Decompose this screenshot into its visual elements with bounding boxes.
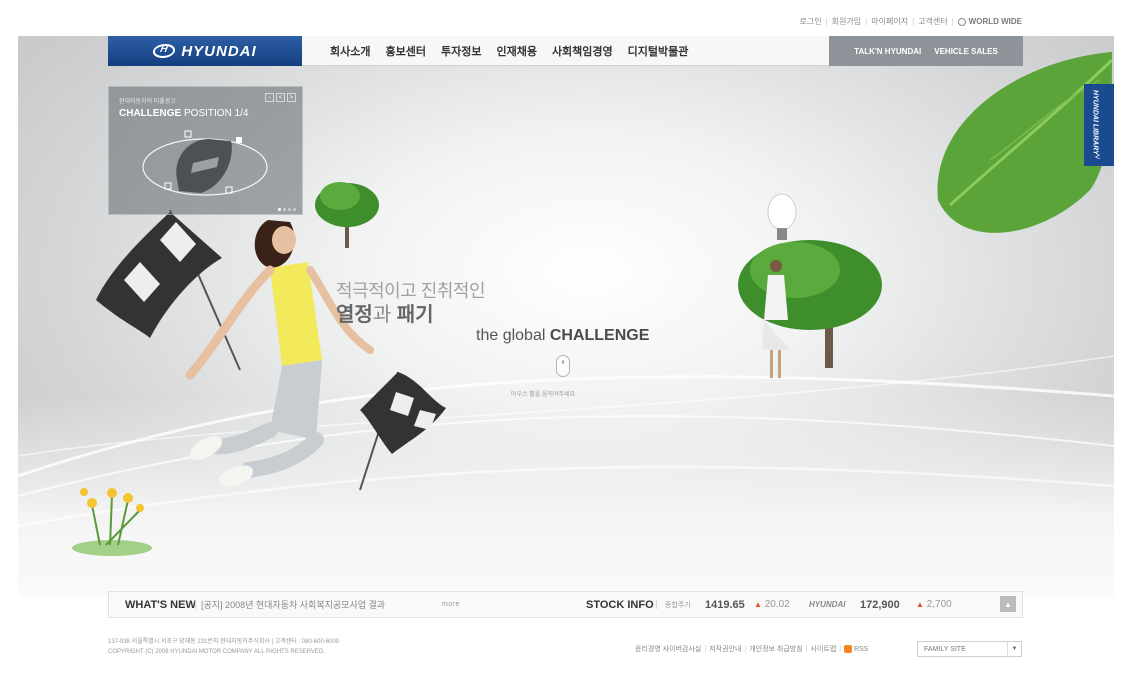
divider: | bbox=[912, 17, 915, 26]
company-stock-change-value: 2,700 bbox=[926, 599, 952, 610]
nav-item-museum[interactable]: 디지털박물관 bbox=[628, 43, 689, 59]
position-map[interactable] bbox=[139, 127, 279, 207]
footer-link-copyright[interactable]: 저작권안내 bbox=[709, 644, 741, 654]
world-wide-label: WORLD WIDE bbox=[968, 17, 1022, 26]
mouse-icon bbox=[556, 355, 570, 377]
main-menu: 회사소개 홍보센터 투자정보 인재채용 사회책임경영 디지털박물관 bbox=[330, 36, 688, 66]
main-nav: HYUNDAI 회사소개 홍보센터 투자정보 인재채용 사회책임경영 디지털박물… bbox=[108, 36, 1023, 66]
panel-page-dots bbox=[278, 208, 296, 211]
stock-index-value: 1419.65 bbox=[705, 598, 745, 611]
nav-right-links: TALK'N HYUNDAI VEHICLE SALES bbox=[829, 36, 1023, 66]
world-wide-link[interactable]: WORLD WIDE bbox=[957, 17, 1022, 26]
customer-center-link[interactable]: 고객센터 bbox=[918, 16, 947, 27]
family-site-value: FAMILY SITE bbox=[924, 645, 966, 653]
chevron-left-icon: < bbox=[1095, 152, 1101, 162]
globe-icon bbox=[957, 17, 966, 26]
footer-copyright: COPYRIGHT (C) 2008 HYUNDAI MOTOR COMPANY… bbox=[108, 648, 325, 655]
footer-link-sitemap[interactable]: 사이트맵 bbox=[811, 644, 837, 654]
divider: | bbox=[194, 599, 197, 610]
divider: | bbox=[805, 645, 808, 653]
global-challenge-title: the global CHALLENGE bbox=[476, 327, 649, 345]
footer-links: 윤리경영 사이버감사실 | 저작권안내 | 개인정보 취급방침 | 사이트맵 | RSS bbox=[635, 644, 868, 654]
panel-controls: − < > bbox=[265, 93, 296, 102]
panel-title-bold: CHALLENGE bbox=[119, 108, 182, 119]
rss-icon bbox=[844, 645, 853, 653]
footer-link-privacy[interactable]: 개인정보 취급방침 bbox=[749, 644, 802, 654]
divider: | bbox=[951, 17, 954, 26]
whats-new-headline[interactable]: [공지] 2008년 현대자동차 사회복지공모사업 결과 bbox=[201, 598, 385, 611]
bar-toggle-button[interactable]: ▲ bbox=[1000, 596, 1016, 612]
hero-word-spirit: 패기 bbox=[391, 304, 434, 326]
divider: | bbox=[655, 599, 658, 610]
stock-index-change: ▲ 20.02 bbox=[754, 599, 790, 610]
divider: | bbox=[704, 645, 707, 653]
nav-item-investor[interactable]: 투자정보 bbox=[441, 43, 481, 59]
rss-label: RSS bbox=[854, 645, 869, 653]
chevron-down-icon: ▼ bbox=[1007, 642, 1021, 656]
whats-new-label: WHAT'S NEW bbox=[125, 598, 196, 611]
next-button[interactable]: > bbox=[287, 93, 296, 102]
footer-address: 137-938 서울특별시 서초구 양재동 231번지 현대자동차주식회사 | … bbox=[108, 639, 340, 645]
company-stock-label: HYUNDAI bbox=[809, 600, 846, 609]
hero-word-and: 과 bbox=[372, 304, 392, 326]
stock-index-change-value: 20.02 bbox=[764, 599, 790, 610]
up-triangle-icon: ▲ bbox=[916, 600, 924, 609]
company-stock-value: 172,900 bbox=[860, 598, 900, 611]
nav-item-company[interactable]: 회사소개 bbox=[330, 43, 370, 59]
hero-subheadline: 열정과 패기 bbox=[336, 298, 434, 327]
rss-link[interactable]: RSS bbox=[844, 645, 868, 653]
nav-item-pr[interactable]: 홍보센터 bbox=[385, 43, 425, 59]
hyundai-logo[interactable]: HYUNDAI bbox=[108, 36, 302, 66]
nav-item-csr[interactable]: 사회책임경영 bbox=[552, 43, 613, 59]
hyundai-emblem-icon bbox=[151, 44, 177, 58]
footer-info: 137-938 서울특별시 서초구 양재동 231번지 현대자동차주식회사 | … bbox=[108, 638, 339, 657]
signup-link[interactable]: 회원가입 bbox=[832, 16, 861, 27]
more-link[interactable]: more bbox=[442, 601, 460, 608]
brand-name: HYUNDAI bbox=[181, 42, 257, 60]
global-bold: CHALLENGE bbox=[549, 327, 650, 344]
panel-title-rest: POSITION 1/4 bbox=[181, 108, 249, 119]
news-stock-bar: WHAT'S NEW | [공지] 2008년 현대자동차 사회복지공모사업 결… bbox=[108, 591, 1023, 618]
stock-index-label: 종합주가 bbox=[665, 601, 691, 609]
challenge-panel: 현대자동차의 미출광고 CHALLENGE POSITION 1/4 − < > bbox=[108, 86, 303, 215]
panel-caption: 현대자동차의 미출광고 bbox=[119, 99, 176, 105]
up-triangle-icon: ▲ bbox=[754, 600, 762, 609]
nav-item-careers[interactable]: 인재채용 bbox=[496, 43, 536, 59]
divider: | bbox=[825, 17, 828, 26]
family-site-select[interactable]: FAMILY SITE ▼ bbox=[917, 641, 1022, 657]
panel-title: CHALLENGE POSITION 1/4 bbox=[119, 108, 248, 119]
vehicle-sales-link[interactable]: VEHICLE SALES bbox=[934, 47, 998, 56]
footer-link-ethics[interactable]: 윤리경영 사이버감사실 bbox=[635, 644, 701, 654]
minimize-button[interactable]: − bbox=[265, 93, 274, 102]
divider: | bbox=[865, 17, 868, 26]
global-prefix: the global bbox=[476, 327, 550, 344]
stock-info-label: STOCK INFO bbox=[586, 598, 654, 611]
hyundai-library-tab[interactable]: HYUNDAI LIBRARY < bbox=[1084, 84, 1114, 166]
hero-word-passion: 열정 bbox=[336, 304, 373, 326]
mypage-link[interactable]: 마이페이지 bbox=[871, 16, 908, 27]
company-stock-change: ▲ 2,700 bbox=[916, 599, 952, 610]
library-label: HYUNDAI LIBRARY bbox=[1091, 90, 1099, 155]
divider: | bbox=[839, 645, 842, 653]
utility-links: 로그인 | 회원가입 | 마이페이지 | 고객센터 | WORLD WIDE bbox=[800, 16, 1022, 27]
talkn-hyundai-link[interactable]: TALK'N HYUNDAI bbox=[854, 47, 921, 56]
divider: | bbox=[744, 645, 747, 653]
scroll-hint: 마우스 휠을 움직여주세요. bbox=[511, 392, 577, 398]
login-link[interactable]: 로그인 bbox=[800, 16, 822, 27]
prev-button[interactable]: < bbox=[276, 93, 285, 102]
